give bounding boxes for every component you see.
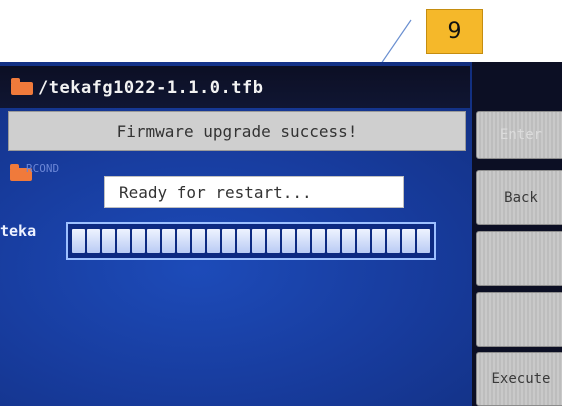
progress-segment (177, 229, 190, 253)
progress-segment (162, 229, 175, 253)
progress-segment (402, 229, 415, 253)
progress-segment (342, 229, 355, 253)
softkey-blank-2[interactable] (476, 292, 562, 347)
progress-segment (267, 229, 280, 253)
file-label: teka (0, 222, 37, 240)
progress-segment (72, 229, 85, 253)
callout-badge: 9 (426, 9, 483, 54)
progress-segment (327, 229, 340, 253)
title-bar: /tekafg1022-1.1.0.tfb (0, 66, 470, 108)
softkey-blank-1[interactable] (476, 231, 562, 286)
progress-segment (132, 229, 145, 253)
restart-text: Ready for restart... (119, 182, 312, 202)
progress-segment (297, 229, 310, 253)
progress-segment (372, 229, 385, 253)
back-button[interactable]: Back (476, 170, 562, 225)
progress-segment (117, 229, 130, 253)
progress-segment (102, 229, 115, 253)
restart-prompt: Ready for restart... (104, 176, 404, 208)
progress-segment (282, 229, 295, 253)
progress-segment (237, 229, 250, 253)
progress-segment (312, 229, 325, 253)
progress-segment (252, 229, 265, 253)
status-text: Firmware upgrade success! (116, 121, 358, 141)
enter-button[interactable]: Enter (476, 111, 562, 159)
execute-button[interactable]: Execute (476, 352, 562, 406)
progress-bar (66, 222, 436, 260)
progress-segment (357, 229, 370, 253)
file-list-item[interactable]: RCOND (26, 162, 59, 175)
progress-segment (417, 229, 430, 253)
callout-number: 9 (447, 19, 462, 44)
progress-segment (87, 229, 100, 253)
progress-segment (222, 229, 235, 253)
folder-icon (11, 78, 33, 95)
progress-segment (207, 229, 220, 253)
progress-segment (387, 229, 400, 253)
file-path: /tekafg1022-1.1.0.tfb (38, 78, 264, 98)
upgrade-status-message: Firmware upgrade success! (8, 111, 466, 151)
progress-segment (147, 229, 160, 253)
progress-segment (192, 229, 205, 253)
